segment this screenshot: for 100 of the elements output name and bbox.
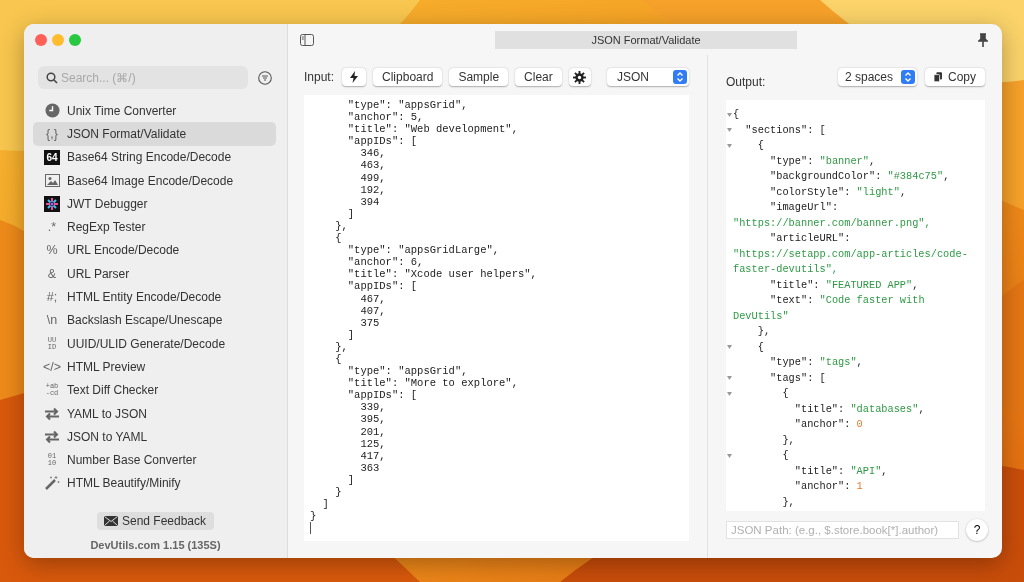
copy-button[interactable]: Copy [925,68,985,86]
code-line: "title": "More to explore", [346,377,519,390]
jwt-icon [44,195,60,212]
filter-icon[interactable] [258,70,272,85]
sidebar-item[interactable]: </> HTML Preview [33,355,276,379]
code-line: { [334,352,343,366]
image-icon [44,174,60,188]
version-label: DevUtils.com 1.15 (135S) [90,539,221,551]
pin-icon[interactable] [978,32,988,47]
toolbar-button[interactable]: Clear [515,68,562,86]
code-line: DevUtils" [733,308,789,324]
code-line: "type": "appsGrid", [346,99,469,112]
code-line: "title": "FEATURED APP", [769,277,919,293]
magic-wand-icon [44,475,60,492]
code-line: "appIDs": [ [346,280,419,293]
sidebar-item[interactable]: YAML to JSON [33,401,276,426]
code-line: "articleURL": [769,231,851,246]
code-line: "imageUrl": [769,200,839,215]
code-line: "type": "appsGrid", [346,365,469,378]
fold-triangle-icon[interactable] [727,391,732,396]
code-line: ] [321,498,330,511]
help-button[interactable]: ? [966,519,988,541]
sidebar-item[interactable]: Base64 Image Encode/Decode [33,168,276,193]
code-line: 346, [359,147,387,160]
code-line: "appIDs": [ [346,135,419,148]
sidebar-item[interactable]: Unix Time Converter [33,99,276,123]
code-line: ] [346,207,356,220]
code-line: 407, [359,304,387,317]
code-line: 395, [359,413,387,426]
json-path-field[interactable]: JSON Path: (e.g., $.store.book[*].author) [726,521,959,539]
swap-arrows-icon [44,406,60,421]
item-icon: {,} [44,125,60,142]
code-line: "anchor": 5, [346,111,425,124]
code-line: "text": "Code faster with [769,293,925,308]
code-line: "https://banner.com/banner.png", [733,215,931,231]
window-title: JSON Format/Validate [495,30,797,49]
code-line: } [334,486,343,499]
sidebar-item[interactable]: #; HTML Entity Encode/Decode [33,285,276,309]
item-icon: .* [44,219,60,236]
code-line: "anchor": 6, [346,256,425,269]
search-field[interactable]: Search... (⌘/) [38,66,248,89]
sidebar-item[interactable]: {,} JSON Format/Validate [33,122,276,146]
bolt-icon[interactable] [342,68,367,86]
sidebar-item[interactable]: JSON to YAML [33,425,276,449]
sidebar-item[interactable]: JWT Debugger [33,192,276,216]
code-line: "appIDs": [ [346,389,419,402]
indent-select[interactable]: 2 spaces [837,68,917,86]
code-line: 467, [359,292,387,305]
item-icon: #; [44,289,60,305]
item-icon: </> [44,358,60,375]
sidebar-item[interactable]: HTML Beautify/Minify [33,471,276,496]
fold-triangle-icon[interactable] [727,345,732,350]
code-line: "anchor": 0 [793,417,863,432]
code-line: }, [334,219,349,233]
sidebar-item[interactable]: % URL Encode/Decode [33,238,276,263]
fold-triangle-icon[interactable] [727,143,732,148]
code-line: 201, [359,425,387,438]
sidebar-item[interactable]: \n Backslash Escape/Unescape [33,308,276,332]
code-line: 363 [359,461,381,474]
fold-triangle-icon[interactable] [727,453,732,458]
code-line: 375 [359,316,381,329]
code-line: 499, [359,171,387,184]
close-button[interactable] [35,33,47,46]
sidebar-item[interactable]: 64 Base64 String Encode/Decode [33,145,276,169]
code-line: 339, [359,401,387,414]
zoom-button[interactable] [69,33,81,46]
input-editor[interactable] [304,95,689,541]
code-line: }, [781,494,795,510]
code-line: }, [781,432,795,448]
send-feedback-button[interactable]: Send Feedback [96,512,215,530]
code-line: "sections": [ [744,122,826,138]
code-line: ] [346,473,356,486]
fold-triangle-icon[interactable] [727,376,732,381]
format-select[interactable]: JSON [607,68,689,86]
fold-triangle-icon[interactable] [727,128,732,133]
code-line: "type": "banner", [769,153,876,169]
code-line: { [733,107,740,122]
settings-icon[interactable] [568,68,591,86]
code-line: "anchor": 1 [793,479,863,494]
toolbar-button[interactable]: Sample [449,68,509,86]
stepper-icon [901,70,915,84]
code-line: "https://setapp.com/app-articles/code- [733,246,968,262]
code-line: 394 [359,195,381,208]
code-line: "colorStyle": "light", [769,184,907,200]
code-line: 192, [359,183,387,196]
code-line: 463, [359,159,387,172]
code-line: { [756,339,764,355]
toolbar-button[interactable]: Clipboard [373,68,443,86]
code-line: ] [346,328,356,341]
code-line: { [756,138,764,153]
sidebar-toggle-icon[interactable] [300,33,314,46]
fold-triangle-icon[interactable] [727,112,732,117]
code-line: "type": "appsGridLarge", [346,244,501,257]
item-icon: \n [44,312,60,329]
sidebar-item[interactable]: & URL Parser [33,262,276,286]
input-label: Input: [304,70,335,84]
code-line: "title": "databases", [793,401,925,417]
swap-arrows-icon [44,429,60,444]
sidebar-item[interactable]: .* RegExp Tester [33,215,276,239]
minimize-button[interactable] [52,33,64,46]
